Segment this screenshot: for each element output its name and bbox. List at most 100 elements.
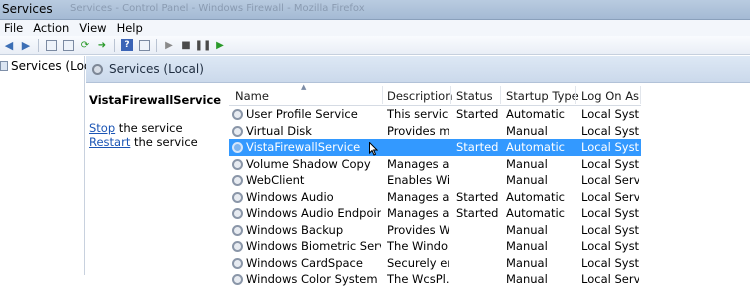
service-status: Started (456, 140, 499, 154)
service-log-on-as: Local Syst... (581, 222, 639, 237)
restart-service-link[interactable]: Restart (89, 135, 130, 149)
service-log-on-as: Local Syst... (581, 140, 639, 154)
column-divider[interactable] (382, 86, 383, 104)
table-row[interactable]: Windows Color System The WcsPl... Manual… (229, 271, 641, 288)
services-table: ▲ Name Description Status Startup Type L… (229, 83, 750, 286)
service-startup-type: Manual (506, 123, 548, 138)
title-bar[interactable]: Services Services - Control Panel - Wind… (0, 0, 750, 20)
stop-icon[interactable]: ■ (179, 38, 193, 52)
service-log-on-as: Local Servi... (581, 189, 639, 204)
console-tree: Services (Local) (0, 56, 106, 275)
table-row[interactable]: Virtual Disk Provides m... Manual Local … (229, 123, 641, 140)
service-startup-type: Automatic (506, 107, 565, 121)
menu-help[interactable]: Help (113, 21, 149, 35)
stop-suffix: the service (115, 121, 183, 135)
back-icon[interactable]: ◀ (2, 38, 16, 52)
restart-line: Restart the service (89, 135, 198, 149)
table-row[interactable]: Windows Backup Provides Wi... Manual Loc… (229, 222, 641, 239)
service-description: This service ... (387, 107, 449, 121)
toolbar-separator (156, 38, 157, 52)
service-log-on-as: Local Syst... (581, 123, 639, 138)
column-header-description[interactable]: Description (387, 89, 453, 103)
service-log-on-as: Local Syst... (581, 239, 639, 253)
service-name: Windows Audio (246, 189, 334, 204)
column-header-startup-type[interactable]: Startup Type (506, 89, 579, 103)
table-row[interactable]: User Profile Service This service ... St… (229, 106, 641, 123)
service-description: Manages au... (387, 206, 449, 220)
service-startup-type: Manual (506, 239, 548, 253)
column-divider[interactable] (450, 86, 451, 104)
refresh-icon[interactable]: ⟳ (78, 38, 92, 52)
column-divider[interactable] (575, 86, 576, 104)
service-name: Windows Biometric Service (246, 239, 381, 253)
service-startup-type: Manual (506, 173, 548, 187)
service-name: Windows CardSpace (246, 255, 363, 270)
forward-icon[interactable]: ▶ (19, 38, 33, 52)
menu-action[interactable]: Action (29, 21, 75, 35)
menu-view[interactable]: View (75, 21, 112, 35)
service-description: Provides m... (387, 123, 449, 138)
restart-suffix: the service (130, 135, 198, 149)
help-icon[interactable]: ? (120, 38, 134, 52)
service-description: The WcsPl... (387, 272, 449, 286)
menu-bar: File Action View Help (0, 20, 750, 36)
service-gear-icon (232, 142, 243, 153)
service-gear-icon (232, 158, 243, 170)
service-log-on-as: Local Servi... (581, 173, 639, 187)
service-description: The Windo... (387, 239, 449, 253)
service-startup-type: Automatic (506, 189, 565, 204)
service-startup-type: Automatic (506, 206, 565, 220)
stop-service-link[interactable]: Stop (89, 121, 115, 135)
properties-icon[interactable] (61, 38, 75, 52)
service-description: Provides Wi... (387, 222, 449, 237)
show-hide-tree-icon[interactable] (44, 38, 58, 52)
service-startup-type: Manual (506, 222, 548, 237)
toolbar-separator (38, 38, 39, 52)
stop-line: Stop the service (89, 121, 183, 135)
menu-file[interactable]: File (0, 21, 29, 35)
column-divider[interactable] (640, 86, 641, 104)
service-description: Manages au... (387, 189, 449, 204)
table-row[interactable]: WebClient Enables Wi... Manual Local Ser… (229, 172, 641, 189)
service-log-on-as: Local Syst... (581, 107, 639, 121)
extended-description-panel: VistaFirewallService Stop the service Re… (86, 84, 229, 275)
service-status: Started (456, 189, 499, 204)
service-startup-type: Manual (506, 272, 548, 286)
table-row[interactable]: Windows CardSpace Securely en... Manual … (229, 255, 641, 272)
export-icon[interactable]: ➜ (95, 38, 109, 52)
mouse-cursor-icon (369, 142, 378, 156)
services-gear-icon (92, 64, 103, 75)
service-name: VistaFirewallService (246, 140, 361, 154)
column-header-status[interactable]: Status (456, 89, 493, 103)
toolbar: ◀ ▶ ⟳ ➜ ? ▶ ■ ❚❚ ▶ (0, 36, 750, 55)
service-log-on-as: Local Servi... (581, 272, 639, 286)
restart-icon[interactable]: ▶ (213, 38, 227, 52)
pause-icon[interactable]: ❚❚ (195, 38, 212, 52)
column-header-name[interactable]: Name (235, 89, 269, 103)
service-startup-type: Manual (506, 156, 548, 171)
service-name: User Profile Service (246, 107, 358, 121)
service-description: Manages an... (387, 156, 449, 171)
column-divider[interactable] (500, 86, 501, 104)
table-row[interactable]: Windows Biometric Service The Windo... M… (229, 238, 641, 255)
service-gear-icon (232, 109, 243, 120)
service-gear-icon (232, 241, 243, 252)
sort-ascending-icon: ▲ (301, 83, 307, 91)
service-gear-icon (232, 257, 243, 269)
table-row[interactable]: Windows Audio Endpoint B... Manages au..… (229, 205, 641, 222)
service-name: Windows Color System (246, 272, 378, 286)
pane-title: Services (Local) (109, 62, 204, 76)
column-header-log-on-as[interactable]: Log On As (581, 89, 639, 103)
service-status: Started (456, 107, 499, 121)
window-title: Services (2, 2, 53, 16)
service-log-on-as: Local Syst... (581, 156, 639, 171)
service-name: Windows Backup (246, 222, 344, 237)
table-row[interactable]: Windows Audio Manages au... Started Auto… (229, 189, 641, 206)
service-gear-icon (232, 191, 243, 203)
table-row-selected[interactable]: VistaFirewallService Started Automatic L… (229, 139, 641, 156)
table-row[interactable]: Volume Shadow Copy Manages an... Manual … (229, 156, 641, 173)
service-name: WebClient (246, 173, 305, 187)
start-icon[interactable]: ▶ (162, 38, 176, 52)
background-window-title: Services - Control Panel - Windows Firew… (70, 3, 365, 14)
snapin-icon[interactable] (137, 38, 151, 52)
